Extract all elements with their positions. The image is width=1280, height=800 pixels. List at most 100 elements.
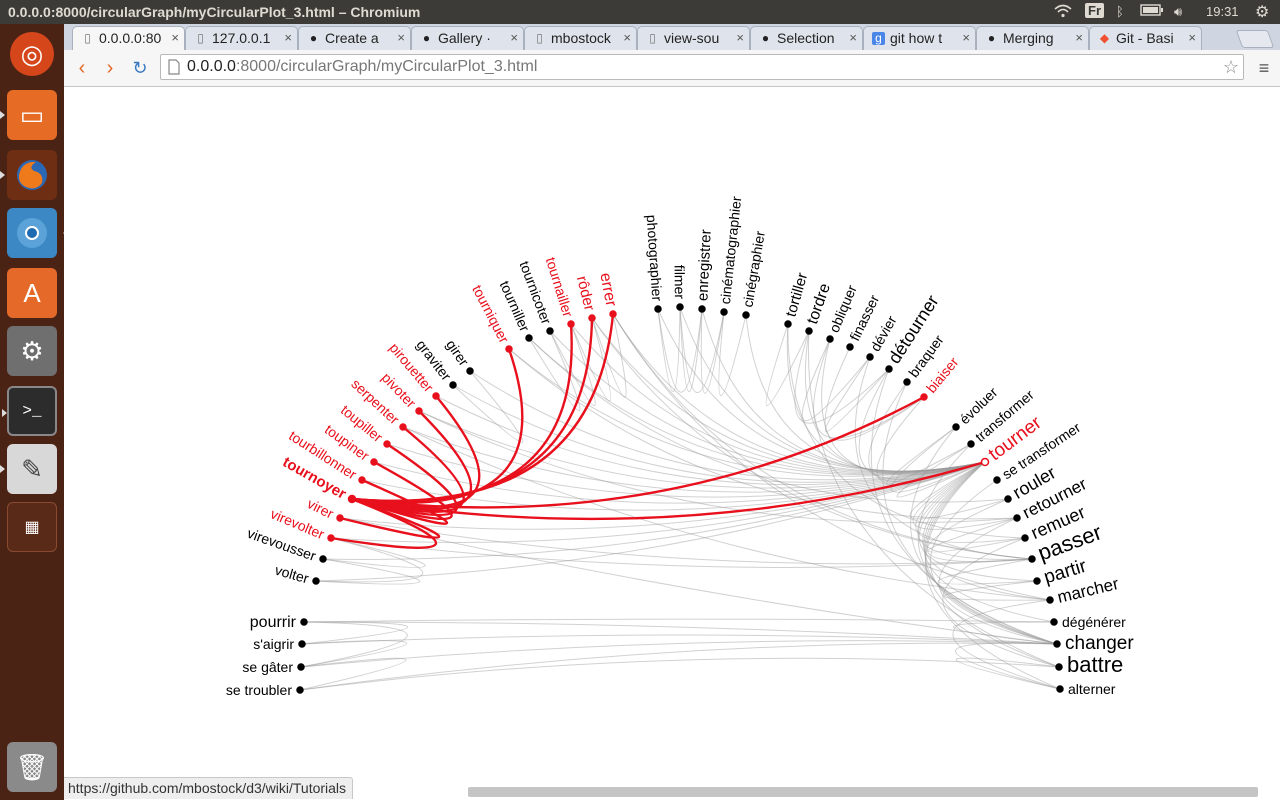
tab-close-icon[interactable]: × [736,30,744,45]
software-center-icon[interactable]: A [7,268,57,318]
tab-close-icon[interactable]: × [397,30,405,45]
node-dot[interactable] [1053,640,1061,648]
firefox-icon[interactable] [0,150,57,200]
node-dot[interactable] [846,343,854,351]
node-label[interactable]: filmer [672,265,688,300]
node-dot[interactable] [1046,596,1054,604]
node-dot[interactable] [300,618,308,626]
node-dot[interactable] [296,686,304,694]
tab-7[interactable]: ● Selection × [750,26,863,50]
node-label[interactable]: photographier [644,214,666,302]
node-dot[interactable] [319,555,327,563]
tab-close-icon[interactable]: × [171,30,179,45]
tab-3[interactable]: ● Create a × [298,26,411,50]
node-dot[interactable] [952,423,960,431]
node-dot[interactable] [784,320,792,328]
graph-node[interactable]: se gâter [242,659,305,675]
tab-8[interactable]: g git how t × [863,26,976,50]
node-dot[interactable] [1050,618,1058,626]
node-dot[interactable] [920,393,928,401]
node-label[interactable]: pourrir [250,614,297,631]
node-dot[interactable] [370,458,378,466]
clock[interactable]: 19:31 [1206,4,1239,19]
node-dot[interactable] [432,392,440,400]
text-editor-icon[interactable]: ✎ [0,444,57,494]
graph-node[interactable]: s'aigrir [253,636,306,652]
bluetooth-icon[interactable]: ᛒ [1116,4,1124,19]
tab-9[interactable]: ● Merging × [976,26,1089,50]
reload-icon[interactable]: ↻ [128,56,152,80]
back-arrow-icon[interactable]: ‹ [70,56,94,80]
tab-1[interactable]: ▯ 0.0.0.0:80 × [72,26,185,50]
graph-node[interactable]: enregistrer [694,229,715,313]
forward-arrow-icon[interactable]: › [98,56,122,80]
volume-icon[interactable]: 🔊︎ [1174,4,1182,20]
node-label[interactable]: s'aigrir [253,636,294,652]
graph-node[interactable]: volter [273,562,320,587]
chromium-icon[interactable] [7,208,68,258]
node-label[interactable]: cinématographier [717,195,744,305]
node-dot[interactable] [546,327,554,335]
graph-node[interactable]: alterner [1056,681,1116,697]
tab-close-icon[interactable]: × [1075,30,1083,45]
node-label[interactable]: dégénérer [1062,614,1126,630]
address-bar[interactable]: 0.0.0.0:8000/circularGraph/myCircularPlo… [160,54,1244,80]
page-info-icon[interactable] [167,59,181,80]
node-label[interactable]: enregistrer [694,229,714,301]
tab-2[interactable]: ▯ 127.0.0.1 × [185,26,298,50]
node-dot[interactable] [698,305,706,313]
node-dot[interactable] [327,534,335,542]
node-label[interactable]: virer [305,495,337,522]
tab-close-icon[interactable]: × [962,30,970,45]
node-dot[interactable] [567,320,575,328]
wifi-icon[interactable] [1054,4,1072,21]
tab-close-icon[interactable]: × [623,30,631,45]
node-dot[interactable] [826,335,834,343]
workspace-switcher-icon[interactable]: ▦ [7,502,57,552]
node-dot[interactable] [742,311,750,319]
node-dot[interactable] [1004,495,1012,503]
tab-close-icon[interactable]: × [510,30,518,45]
node-label[interactable]: changer [1065,633,1134,654]
node-dot[interactable] [312,577,320,585]
graph-node[interactable]: dégénérer [1050,614,1126,630]
node-dot[interactable] [336,514,344,522]
node-dot[interactable] [676,303,684,311]
node-dot[interactable] [993,476,1001,484]
node-dot[interactable] [1055,663,1063,671]
node-label[interactable]: volter [273,562,311,587]
node-dot[interactable] [1056,685,1064,693]
node-dot[interactable] [1028,555,1036,563]
node-dot[interactable] [466,367,474,375]
tab-close-icon[interactable]: × [849,30,857,45]
new-tab-button[interactable] [1235,30,1275,48]
menu-hamburger-icon[interactable]: ≡ [1252,56,1276,80]
node-dot[interactable] [720,308,728,316]
node-dot[interactable] [1021,534,1029,542]
node-dot[interactable] [298,640,306,648]
graph-node[interactable]: rôder [573,274,598,322]
tab-4[interactable]: ● Gallery · × [411,26,524,50]
tab-close-icon[interactable]: × [284,30,292,45]
graph-node[interactable]: changer [1053,633,1134,654]
node-dot[interactable] [885,365,893,373]
node-label[interactable]: rôder [573,274,598,312]
tab-close-icon[interactable]: × [1188,30,1196,45]
graph-node[interactable]: pourrir [250,614,308,631]
tab-6[interactable]: ▯ view-sou × [637,26,750,50]
node-dot[interactable] [805,327,813,335]
terminal-icon[interactable]: >_ [2,386,57,436]
battery-icon[interactable] [1140,4,1164,19]
node-label[interactable]: cinégraphier [739,229,768,308]
node-dot[interactable] [505,345,513,353]
node-label[interactable]: errer [596,271,619,308]
node-dot[interactable] [1033,577,1041,585]
node-dot[interactable] [967,440,975,448]
node-dot[interactable] [866,353,874,361]
node-label[interactable]: alterner [1068,681,1116,697]
node-label[interactable]: se gâter [242,659,293,675]
keyboard-layout-indicator[interactable]: Fr [1085,3,1104,18]
node-label[interactable]: se troubler [226,682,292,698]
horizontal-scrollbar[interactable] [468,787,1258,797]
ubuntu-logo-icon[interactable]: ◎ [10,32,54,76]
